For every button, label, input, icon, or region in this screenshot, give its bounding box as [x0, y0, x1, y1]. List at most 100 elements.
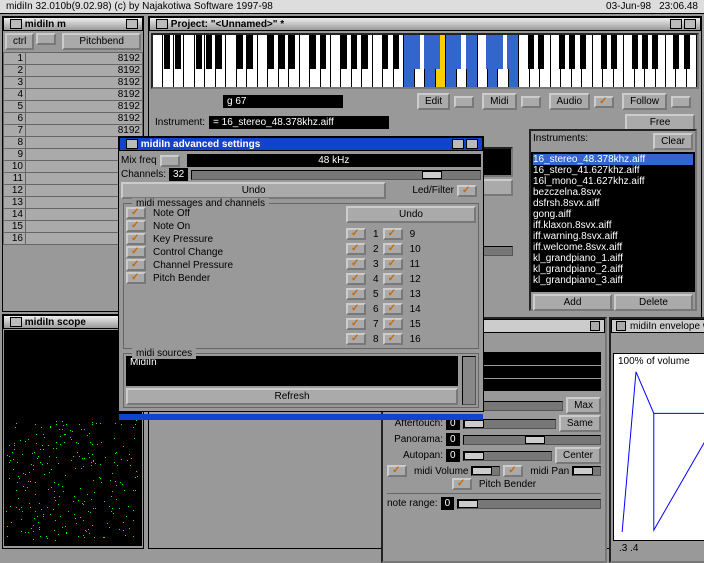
close-icon[interactable]	[616, 321, 626, 331]
black-key[interactable]	[247, 35, 253, 69]
undo-button[interactable]: Undo	[121, 182, 386, 199]
black-key[interactable]	[175, 35, 181, 69]
instrument-item[interactable]: dsfrsh.8svx.aiff	[533, 198, 693, 209]
white-key[interactable]	[226, 35, 236, 87]
autopan-slider[interactable]	[463, 451, 552, 461]
mixfreq-toggle[interactable]	[160, 155, 180, 167]
midivol-toggle[interactable]	[387, 465, 407, 477]
close-icon[interactable]	[10, 19, 22, 29]
aftertouch-slider[interactable]	[463, 419, 556, 429]
white-key[interactable]	[184, 35, 194, 87]
black-key[interactable]	[351, 35, 357, 69]
black-key[interactable]	[310, 35, 316, 69]
instrument-item[interactable]: 16_stero_41.627khz.aiff	[533, 165, 693, 176]
midi-source-list[interactable]: MidiIn	[126, 356, 458, 386]
depth-icon[interactable]	[466, 139, 478, 149]
channel-toggle[interactable]	[346, 333, 366, 345]
black-key[interactable]	[289, 35, 295, 69]
black-key[interactable]	[196, 35, 202, 69]
black-key[interactable]	[652, 35, 658, 69]
midipan-toggle[interactable]	[503, 465, 523, 477]
midivol-slider[interactable]	[471, 466, 500, 476]
black-key[interactable]	[237, 35, 243, 69]
instrument-item[interactable]: gong.aiff	[533, 209, 693, 220]
black-key[interactable]	[538, 35, 544, 69]
add-button[interactable]: Add	[533, 294, 612, 311]
follow-extra-toggle[interactable]	[671, 96, 691, 108]
instrument-item[interactable]: kl_grandpiano_2.aiff	[533, 264, 693, 275]
instrument-item[interactable]: 16l_mono_41.627khz.aiff	[533, 176, 693, 187]
black-key[interactable]	[414, 35, 420, 69]
white-key[interactable]	[300, 35, 310, 87]
channel-toggle[interactable]	[346, 258, 366, 270]
msg-toggle[interactable]	[126, 259, 146, 271]
instrument-item[interactable]: iff.klaxon.8svx.aiff	[533, 220, 693, 231]
pitchbender-toggle[interactable]	[452, 478, 472, 490]
msg-toggle[interactable]	[126, 246, 146, 258]
instrument-item[interactable]: kl_grandpiano_3.aiff	[533, 275, 693, 286]
midi-toggle[interactable]	[454, 96, 474, 108]
channel-toggle[interactable]	[383, 243, 403, 255]
midi-button[interactable]: Midi	[482, 93, 516, 110]
black-key[interactable]	[382, 35, 388, 69]
instrument-item[interactable]: iff.warning.8svx.aiff	[533, 231, 693, 242]
refresh-button[interactable]: Refresh	[126, 388, 458, 405]
white-key[interactable]	[258, 35, 268, 87]
black-key[interactable]	[601, 35, 607, 69]
msg-toggle[interactable]	[126, 233, 146, 245]
channel-toggle[interactable]	[383, 288, 403, 300]
black-key[interactable]	[466, 35, 472, 69]
black-key[interactable]	[528, 35, 534, 69]
white-key[interactable]	[331, 35, 341, 87]
instrument-item[interactable]: bezczelna.8svx	[533, 187, 693, 198]
channel-toggle[interactable]	[383, 333, 403, 345]
panorama-slider[interactable]	[463, 435, 601, 445]
black-key[interactable]	[164, 35, 170, 69]
black-key[interactable]	[455, 35, 461, 69]
instrument-field[interactable]: = 16_stereo_48.378khz.aiff	[209, 116, 389, 129]
black-key[interactable]	[362, 35, 368, 69]
channel-toggle[interactable]	[346, 288, 366, 300]
black-key[interactable]	[486, 35, 492, 69]
clear-button[interactable]: Clear	[653, 133, 693, 150]
black-key[interactable]	[684, 35, 690, 69]
white-key[interactable]	[153, 35, 163, 87]
instrument-item[interactable]: iff.welcome.8svx.aiff	[533, 242, 693, 253]
black-key[interactable]	[216, 35, 222, 69]
black-key[interactable]	[341, 35, 347, 69]
close-icon[interactable]	[10, 317, 22, 327]
instruments-list[interactable]: 16_stereo_48.378khz.aiff16_stero_41.627k…	[531, 152, 695, 292]
channel-toggle[interactable]	[346, 273, 366, 285]
channel-toggle[interactable]	[346, 243, 366, 255]
black-key[interactable]	[320, 35, 326, 69]
black-key[interactable]	[673, 35, 679, 69]
black-key[interactable]	[206, 35, 212, 69]
same-button[interactable]: Same	[559, 415, 601, 432]
black-key[interactable]	[611, 35, 617, 69]
ctrl-button[interactable]: ctrl	[5, 33, 34, 50]
channels-slider[interactable]	[191, 170, 481, 180]
channel-toggle[interactable]	[383, 258, 403, 270]
follow-button[interactable]: Follow	[622, 93, 667, 110]
channel-toggle[interactable]	[383, 318, 403, 330]
audio-button[interactable]: Audio	[549, 93, 591, 110]
depth-icon[interactable]	[590, 321, 600, 331]
channel-toggle[interactable]	[383, 273, 403, 285]
black-key[interactable]	[424, 35, 430, 69]
black-key[interactable]	[559, 35, 565, 69]
center-button[interactable]: Center	[555, 447, 601, 464]
delete-button[interactable]: Delete	[614, 294, 693, 311]
channel-toggle[interactable]	[383, 228, 403, 240]
follow-toggle[interactable]	[594, 96, 614, 108]
source-scrollbar[interactable]	[462, 356, 476, 405]
zoom-icon[interactable]	[452, 139, 464, 149]
black-key[interactable]	[642, 35, 648, 69]
depth-icon[interactable]	[684, 19, 696, 29]
ledfilter-toggle[interactable]	[457, 185, 477, 197]
piano-keyboard[interactable]	[151, 33, 699, 89]
black-key[interactable]	[268, 35, 274, 69]
channels-value[interactable]: 32	[169, 168, 188, 181]
mixfreq-value[interactable]: 48 kHz	[187, 154, 481, 167]
noterange-slider[interactable]	[457, 499, 601, 509]
instrument-item[interactable]: kl_grandpiano_1.aiff	[533, 253, 693, 264]
